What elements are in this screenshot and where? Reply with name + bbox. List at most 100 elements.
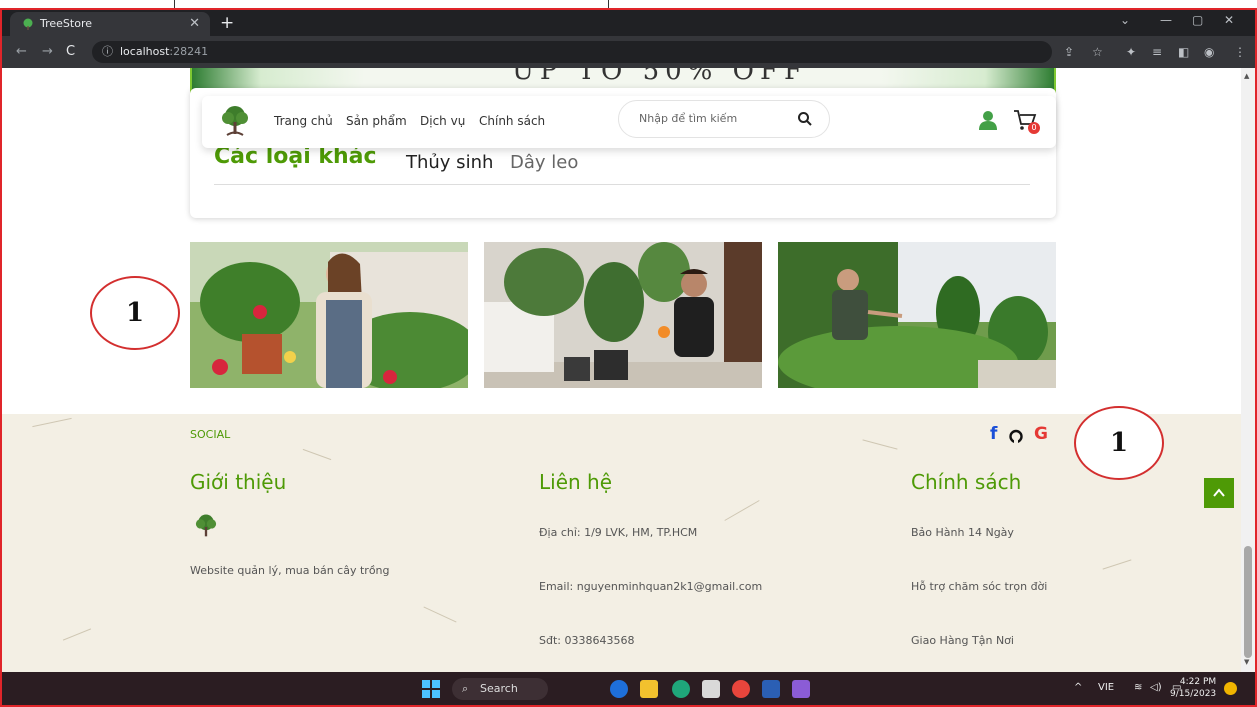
visual-studio-icon[interactable]	[792, 680, 810, 698]
tree-logo-icon	[195, 514, 217, 537]
tab-list-icon[interactable]: ⌄	[1120, 13, 1130, 27]
file-explorer-icon[interactable]	[640, 680, 658, 698]
cart-count-badge: 0	[1028, 122, 1040, 134]
side-panel-icon[interactable]: ◧	[1178, 45, 1189, 59]
chevron-up-icon[interactable]: ^	[1074, 682, 1082, 693]
annotation-marker-left: 1	[90, 276, 180, 350]
bing-icon[interactable]	[610, 680, 628, 698]
search-icon: ⌕	[462, 682, 469, 695]
frame-divider	[174, 0, 175, 9]
tab-title: TreeStore	[40, 17, 92, 30]
site-footer: SOCIAL f G 1 Giới thiệu Website quản lý,…	[2, 406, 1241, 672]
frame-divider	[608, 0, 609, 9]
windows-start-icon[interactable]	[422, 680, 440, 698]
system-clock[interactable]: 4:22 PM 9/15/2023	[1170, 676, 1216, 700]
nav-policy[interactable]: Chính sách	[479, 114, 545, 128]
taskbar-search-label: Search	[480, 682, 518, 695]
gallery-photo-woman-flowers[interactable]	[190, 242, 468, 388]
policy-item[interactable]: Bảo Hành 14 Ngày	[911, 526, 1014, 539]
paper-texture	[302, 448, 332, 461]
clock-date: 9/15/2023	[1170, 689, 1217, 699]
annotation-marker-right: 1	[1074, 406, 1164, 480]
policy-item[interactable]: Giao Hàng Tận Nơi	[911, 634, 1014, 647]
contact-phone: Sđt: 0338643568	[539, 634, 635, 647]
volume-icon[interactable]: ◁)	[1150, 682, 1162, 693]
scroll-to-top-button[interactable]	[1204, 478, 1234, 508]
bookmark-star-icon[interactable]: ☆	[1092, 45, 1103, 59]
contact-title: Liên hệ	[539, 470, 613, 494]
banner-text: UP TO 50% OFF	[512, 68, 809, 86]
extensions-icon[interactable]: ✦	[1126, 45, 1136, 59]
tree-logo-icon[interactable]	[217, 104, 253, 140]
chrome-icon[interactable]	[732, 680, 750, 698]
edge-icon[interactable]	[672, 680, 690, 698]
page-viewport: UP TO 50% OFF Các loại khác Thủy sinh Dâ…	[2, 68, 1241, 672]
paper-texture	[32, 417, 72, 428]
search-box	[618, 100, 830, 138]
notification-badge[interactable]	[1224, 682, 1237, 695]
browser-tab-bar: TreeStore ✕ + ⌄ — ▢ ✕	[2, 10, 1255, 36]
paper-texture	[1102, 559, 1132, 570]
browser-tab[interactable]: TreeStore ✕	[10, 12, 210, 36]
reload-icon[interactable]: C	[66, 44, 75, 59]
close-window-button[interactable]: ✕	[1224, 13, 1234, 27]
policy-item[interactable]: Hỗ trợ chăm sóc trọn đời	[911, 580, 1047, 593]
facebook-icon[interactable]: f	[990, 424, 997, 444]
social-label: SOCIAL	[190, 428, 231, 441]
user-icon[interactable]	[978, 110, 998, 130]
category-tab-climbing[interactable]: Dây leo	[510, 152, 578, 173]
search-input[interactable]	[639, 112, 789, 125]
reading-list-icon[interactable]: ≡	[1152, 45, 1162, 59]
scroll-down-arrow-icon[interactable]: ▼	[1244, 658, 1249, 666]
document-frame-top	[0, 0, 1257, 9]
url-port: :28241	[169, 45, 209, 58]
site-header: Trang chủ Sản phẩm Dịch vụ Chính sách 0	[202, 96, 1056, 148]
github-icon[interactable]	[1008, 428, 1024, 444]
scroll-up-arrow-icon[interactable]: ▲	[1244, 72, 1249, 80]
contact-email[interactable]: Email: nguyenminhquan2k1@gmail.com	[539, 580, 762, 593]
photo-woman-with-flowers	[190, 242, 468, 388]
new-tab-button[interactable]: +	[220, 12, 234, 34]
category-divider	[214, 184, 1030, 185]
wifi-icon[interactable]: ≋	[1134, 682, 1142, 693]
paper-texture	[423, 606, 457, 623]
back-icon[interactable]: ←	[16, 44, 27, 59]
paper-texture	[62, 628, 92, 641]
policy-title: Chính sách	[911, 470, 1022, 494]
clock-time: 4:22 PM	[1179, 677, 1217, 687]
menu-dots-icon[interactable]: ⋮	[1234, 45, 1246, 59]
photo-gardener-pruning-hedge	[778, 242, 1056, 388]
browser-toolbar: ← → C ⓘ localhost:28241 ⇪ ☆ ✦ ≡ ◧ ◉ ⋮	[2, 36, 1255, 68]
gallery-photo-man-repotting[interactable]	[484, 242, 762, 388]
paper-texture	[862, 439, 898, 450]
maximize-button[interactable]: ▢	[1192, 13, 1203, 27]
scrollbar-thumb[interactable]	[1244, 546, 1252, 658]
minimize-button[interactable]: —	[1160, 13, 1172, 27]
tree-favicon-icon	[23, 18, 33, 30]
about-title: Giới thiệu	[190, 470, 287, 494]
contact-address: Địa chỉ: 1/9 LVK, HM, TP.HCM	[539, 526, 698, 539]
about-text: Website quản lý, mua bán cây trồng	[190, 564, 390, 577]
profile-avatar[interactable]: ◉	[1204, 45, 1214, 59]
gallery-photo-gardener-pruning[interactable]	[778, 242, 1056, 388]
photo-man-repotting-plants	[484, 242, 762, 388]
close-tab-icon[interactable]: ✕	[189, 12, 200, 36]
url-host: localhost	[120, 45, 170, 58]
nav-services[interactable]: Dịch vụ	[420, 114, 465, 128]
google-icon[interactable]: G	[1034, 424, 1048, 444]
paper-texture	[724, 500, 760, 521]
store-icon[interactable]	[702, 680, 720, 698]
windows-taskbar: ⌕ Search ^ VIE ≋ ◁) ▭ 4:22 PM 9/15/2023	[2, 672, 1255, 705]
page-scrollbar[interactable]: ▲ ▼	[1241, 68, 1255, 672]
site-info-icon[interactable]: ⓘ	[102, 41, 113, 63]
search-icon[interactable]	[797, 111, 813, 127]
forward-icon[interactable]: →	[42, 44, 53, 59]
word-icon[interactable]	[762, 680, 780, 698]
share-icon[interactable]: ⇪	[1064, 45, 1074, 59]
address-bar[interactable]: ⓘ localhost:28241	[92, 41, 1052, 63]
nav-home[interactable]: Trang chủ	[274, 114, 333, 128]
taskbar-search[interactable]: ⌕ Search	[452, 678, 548, 700]
language-indicator[interactable]: VIE	[1098, 682, 1114, 693]
nav-products[interactable]: Sản phẩm	[346, 114, 407, 128]
category-tab-aquatic[interactable]: Thủy sinh	[406, 152, 493, 173]
